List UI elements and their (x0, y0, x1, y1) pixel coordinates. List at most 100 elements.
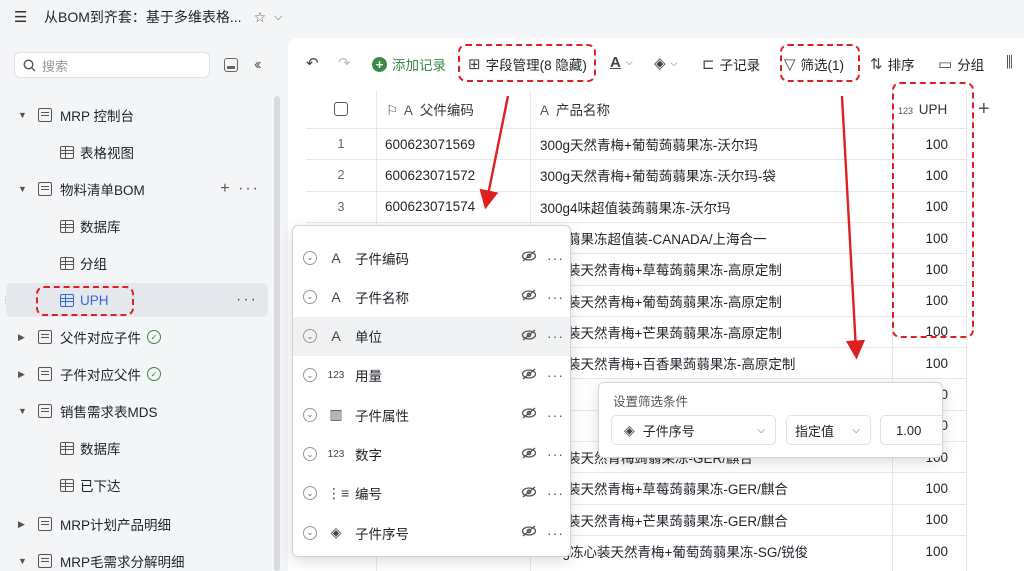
chevron-down-icon[interactable]: ⌄ (303, 407, 317, 422)
chevron-down-icon[interactable]: ⌄ (303, 289, 317, 304)
field-item[interactable]: ⌄ A 单位 ··· (293, 316, 570, 356)
sidebar-item-bom[interactable]: ▼ 物料清单BOM + ··· (0, 172, 270, 206)
cell-uph[interactable]: 100 (894, 356, 966, 371)
chevron-down-icon[interactable]: ⌄ (303, 486, 317, 501)
menu-icon[interactable]: ☰ (14, 8, 40, 26)
sidebar-item-released[interactable]: 已下达 (0, 468, 270, 502)
field-item[interactable]: ⌄ ◈ 子件序号 ··· (293, 513, 570, 552)
more-icon[interactable]: ··· (547, 367, 564, 383)
cell-product-name[interactable]: 300g天然青梅+葡萄蒟蒻果冻-沃尔玛 (540, 134, 758, 154)
cell-parent-code[interactable]: 600623071574 (385, 199, 475, 214)
field-item[interactable]: ⌄ 123 数字 ··· (293, 435, 570, 474)
chevron-down-icon[interactable]: ⌄ (303, 447, 317, 461)
sidebar-item-child-to-parent[interactable]: ▶ 子件对应父件 ✓ (0, 357, 270, 391)
table-row[interactable]: 2 600623071572 300g天然青梅+葡萄蒟蒻果冻-沃尔玛-袋 100 (306, 159, 966, 190)
sidebar-item-database[interactable]: 数据库 (0, 209, 270, 243)
sidebar-item-table-view[interactable]: 表格视图 (0, 135, 270, 169)
eye-hidden-icon[interactable] (521, 289, 537, 304)
cell-product-name[interactable]: 味蒟蒻果冻超值装-CANADA/上海合一 (540, 228, 767, 248)
eye-hidden-icon[interactable] (521, 486, 537, 501)
cell-uph[interactable]: 100 (894, 481, 966, 496)
field-item[interactable]: ⌄ A 子件名称 ··· (293, 277, 570, 316)
sidebar-item-mrp-console[interactable]: ▼ MRP 控制台 (0, 98, 270, 132)
filter-operator-select[interactable]: 指定值 ⌵ (786, 415, 871, 445)
select-all-checkbox[interactable] (334, 102, 348, 116)
sidebar-item-group[interactable]: 分组 (0, 246, 270, 280)
chevron-down-icon[interactable]: ⌄ (303, 250, 317, 265)
eye-hidden-icon[interactable] (521, 250, 537, 265)
more-icon[interactable]: ··· (547, 250, 564, 266)
more-icon[interactable]: ··· (547, 525, 564, 541)
field-item[interactable]: ⌄ A 子件编码 ··· (293, 238, 570, 277)
panel-icon[interactable] (224, 58, 238, 72)
add-column-icon[interactable]: + (978, 98, 990, 121)
column-header-parent-code[interactable]: ⚐ A 父件编码 (386, 99, 474, 119)
document-title[interactable]: 从BOM到齐套：基于多维表格... (44, 7, 242, 27)
undo-icon[interactable]: ↶ (306, 54, 324, 72)
sort-button[interactable]: ⇅ 排序 (870, 54, 915, 74)
filter-field-select[interactable]: ◈ 子件序号 ⌵ (611, 415, 776, 445)
field-item[interactable]: ⌄ ▥ 子件属性 ··· (293, 395, 570, 434)
collapse-sidebar-icon[interactable]: ‹‹ (254, 56, 261, 74)
table-row[interactable]: 3 600623071574 300g4味超值装蒟蒻果冻-沃尔玛 100 (306, 190, 966, 222)
chevron-down-icon[interactable]: ⌄ (303, 329, 317, 344)
eye-hidden-icon[interactable] (521, 525, 537, 540)
row-number[interactable]: 2 (306, 168, 376, 182)
cell-product-name[interactable]: 300g天然青梅+葡萄蒟蒻果冻-沃尔玛-袋 (540, 165, 776, 185)
eye-hidden-icon[interactable] (521, 447, 537, 462)
cell-parent-code[interactable]: 600623071572 (385, 168, 475, 183)
eye-hidden-icon[interactable] (521, 407, 537, 422)
more-icon[interactable]: ··· (547, 289, 564, 305)
expand-arrow-icon[interactable]: ▼ (18, 184, 32, 194)
sidebar-item-mrp-gross[interactable]: ▼ MRP毛需求分解明细 (0, 544, 270, 571)
eye-hidden-icon[interactable] (521, 329, 537, 344)
fill-color-button[interactable]: ◈ ⌵ (654, 54, 677, 72)
filter-value-input[interactable]: 1.00 (880, 415, 942, 445)
sidebar-item-sales-mds[interactable]: ▼ 销售需求表MDS (0, 394, 270, 428)
redo-icon[interactable]: ↷ (338, 54, 356, 72)
group-button[interactable]: ▭ 分组 (938, 54, 984, 74)
expand-arrow-icon[interactable]: ▼ (18, 406, 32, 416)
text-format-button[interactable]: A ⌵ (610, 54, 633, 71)
chevron-down-icon[interactable]: ⌵ (274, 11, 282, 24)
more-icon[interactable]: ··· (547, 407, 564, 423)
more-icon[interactable]: ··· (547, 485, 564, 501)
cell-product-name[interactable]: 冻心装天然青梅+芒果蒟蒻果冻-GER/麒合 (540, 510, 788, 530)
add-and-more-icons[interactable]: + ··· (220, 180, 260, 198)
cell-product-name[interactable]: 冻心装天然青梅+葡萄蒟蒻果冻-高原定制 (540, 291, 782, 311)
cell-uph[interactable]: 100 (894, 544, 966, 559)
more-icon[interactable]: ··· (547, 446, 564, 462)
expand-arrow-icon[interactable]: ▼ (18, 556, 32, 566)
sidebar-item-database-2[interactable]: 数据库 (0, 431, 270, 465)
more-icon[interactable]: ··· (547, 328, 564, 344)
field-item[interactable]: ⌄ 123 用量 ··· (293, 356, 570, 395)
chevron-down-icon[interactable]: ⌄ (303, 525, 317, 540)
collapsed-arrow-icon[interactable]: ▶ (18, 369, 32, 380)
field-item[interactable]: ⌄ ⋮≡ 编号 ··· (293, 474, 570, 513)
sub-record-button[interactable]: ⊏ 子记录 (702, 54, 760, 74)
expand-arrow-icon[interactable]: ▼ (18, 110, 32, 120)
sidebar-item-parent-to-child[interactable]: ▶ 父件对应子件 ✓ (0, 320, 270, 354)
eye-hidden-icon[interactable] (521, 368, 537, 383)
search-input[interactable]: 搜索 (14, 52, 210, 78)
row-number[interactable]: 1 (306, 137, 376, 151)
cell-uph[interactable]: 100 (894, 512, 966, 527)
cell-product-name[interactable]: 冻心装天然青梅+百香果蒟蒻果冻-高原定制 (540, 353, 795, 373)
sidebar-item-mrp-plan[interactable]: ▶ MRP计划产品明细 (0, 507, 270, 541)
table-row[interactable]: 1 600623071569 300g天然青梅+葡萄蒟蒻果冻-沃尔玛 100 (306, 128, 966, 159)
collapsed-arrow-icon[interactable]: ▶ (18, 519, 32, 530)
sidebar-scrollbar[interactable] (274, 96, 280, 571)
more-icon[interactable]: ··· (236, 291, 258, 309)
cell-product-name[interactable]: 120g冻心装天然青梅+葡萄蒟蒻果冻-SG/锐俊 (540, 541, 808, 561)
cell-product-name[interactable]: 冻心装天然青梅+草莓蒟蒻果冻-GER/麒合 (540, 478, 788, 498)
column-header-product-name[interactable]: A 产品名称 (540, 99, 610, 119)
chevron-down-icon[interactable]: ⌄ (303, 368, 317, 383)
star-icon[interactable]: ☆ (254, 9, 267, 26)
add-record-button[interactable]: + 添加记录 (372, 54, 446, 74)
cell-product-name[interactable]: 冻心装天然青梅+草莓蒟蒻果冻-高原定制 (540, 259, 782, 279)
cell-product-name[interactable]: 冻心装天然青梅+芒果蒟蒻果冻-高原定制 (540, 322, 782, 342)
cell-product-name[interactable]: 300g4味超值装蒟蒻果冻-沃尔玛 (540, 197, 731, 217)
row-number[interactable]: 3 (306, 200, 376, 214)
row-height-icon[interactable]: ⫼ (1006, 54, 1018, 71)
cell-parent-code[interactable]: 600623071569 (385, 137, 475, 152)
